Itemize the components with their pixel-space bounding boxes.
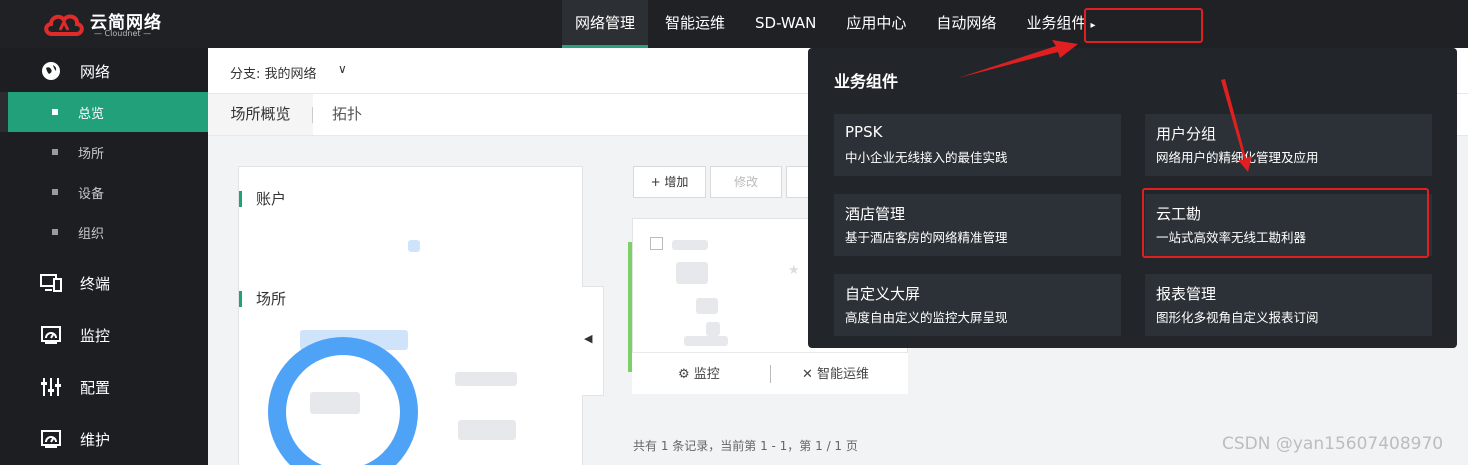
bullet-icon xyxy=(52,189,58,195)
redacted-value xyxy=(455,372,517,386)
component-card-user-group[interactable]: 用户分组 网络用户的精细化管理及应用 xyxy=(1145,114,1432,176)
section-title-site: 场所 xyxy=(239,291,286,307)
sidebar-item-label: 总览 xyxy=(78,106,105,122)
topnav-network-mgmt[interactable]: 网络管理 xyxy=(562,0,649,48)
add-button[interactable]: + 增加 xyxy=(633,166,706,198)
sidebar-group-label: 网络 xyxy=(80,62,111,81)
brand-subtitle: — Cloudnet — xyxy=(94,29,152,38)
component-desc: 高度自由定义的监控大屏呈现 xyxy=(845,310,1008,325)
section-title-account: 账户 xyxy=(239,191,286,207)
bullet-icon xyxy=(52,149,58,155)
redacted-value xyxy=(672,240,708,250)
redacted-value xyxy=(676,262,708,284)
redacted-value xyxy=(458,420,516,440)
card-ops-label: 智能运维 xyxy=(817,367,870,382)
redacted-value xyxy=(696,298,718,314)
sidebar-active-accent xyxy=(0,92,8,132)
gauge-icon xyxy=(41,430,61,448)
tab-topology[interactable]: 拓扑 xyxy=(332,94,362,135)
sidebar-group-label: 监控 xyxy=(80,326,111,345)
component-name: 自定义大屏 xyxy=(845,285,921,303)
sidebar-group-maintenance[interactable]: 维护 xyxy=(0,416,208,462)
topnav-auto-network[interactable]: 自动网络 xyxy=(923,0,1009,48)
card-smart-ops-button[interactable]: ✕ 智能运维 xyxy=(802,363,869,382)
pagination-summary: 共有 1 条记录，当前第 1 - 1，第 1 / 1 页 xyxy=(633,439,858,453)
component-name: PPSK xyxy=(845,123,883,141)
sliders-icon xyxy=(41,378,61,396)
card-monitor-button[interactable]: ⚙ 监控 xyxy=(678,363,720,382)
component-desc: 中小企业无线接入的最佳实践 xyxy=(845,150,1008,165)
card-monitor-label: 监控 xyxy=(693,367,720,382)
component-card-custom-screen[interactable]: 自定义大屏 高度自由定义的监控大屏呈现 xyxy=(834,274,1121,336)
card-checkbox[interactable] xyxy=(650,237,663,250)
component-card-hotel-mgmt[interactable]: 酒店管理 基于酒店客房的网络精准管理 xyxy=(834,194,1121,256)
card-footer: ⚙ 监控 ✕ 智能运维 xyxy=(632,352,908,394)
sidebar-item-organization[interactable]: 组织 xyxy=(8,212,208,252)
topnav-business-label: 业务组件 xyxy=(1026,14,1087,32)
branch-selector[interactable]: 分支: 我的网络 xyxy=(230,63,317,82)
component-desc: 图形化多视角自定义报表订阅 xyxy=(1156,310,1319,325)
sidebar-item-label: 组织 xyxy=(78,226,105,242)
sidebar-item-sites[interactable]: 场所 xyxy=(8,132,208,172)
bullet-icon xyxy=(52,109,58,115)
chevron-down-icon[interactable]: ∨ xyxy=(338,62,347,76)
gauge-icon xyxy=(41,326,61,344)
topnav-sdwan[interactable]: SD-WAN xyxy=(742,0,829,48)
sidebar-group-config[interactable]: 配置 xyxy=(0,364,208,410)
redacted-value xyxy=(408,240,420,252)
component-card-ppsk[interactable]: PPSK 中小企业无线接入的最佳实践 xyxy=(834,114,1121,176)
highlight-box-cloud-survey xyxy=(1142,188,1429,258)
top-nav: 网络管理 智能运维 SD-WAN 应用中心 自动网络 业务组件 ▸ xyxy=(562,0,1112,48)
component-desc: 基于酒店客房的网络精准管理 xyxy=(845,230,1008,245)
sidebar-group-network[interactable]: 网络 xyxy=(0,48,208,94)
sidebar-group-label: 维护 xyxy=(80,430,111,449)
highlight-box-business-components xyxy=(1084,8,1203,43)
sidebar-group-terminal[interactable]: 终端 xyxy=(0,260,208,306)
topnav-app-center[interactable]: 应用中心 xyxy=(833,0,919,48)
redacted-value xyxy=(706,322,720,336)
sidebar-item-label: 场所 xyxy=(78,146,105,162)
globe-icon xyxy=(42,62,60,80)
bullet-icon xyxy=(52,229,58,235)
redacted-value xyxy=(684,336,728,346)
cloud-logo-icon xyxy=(44,14,84,36)
component-name: 报表管理 xyxy=(1156,285,1217,303)
monitor-icon xyxy=(40,274,62,292)
watermark: CSDN @yan15607408970 xyxy=(1222,434,1444,454)
edit-button[interactable]: 修改 xyxy=(710,166,782,198)
component-name: 酒店管理 xyxy=(845,205,906,223)
sidebar-item-label: 设备 xyxy=(78,186,105,202)
delete-button[interactable] xyxy=(786,166,810,198)
sidebar-group-label: 终端 xyxy=(80,274,111,293)
top-bar: 云简网络 — Cloudnet — 网络管理 智能运维 SD-WAN 应用中心 … xyxy=(0,0,1468,48)
topnav-smart-ops[interactable]: 智能运维 xyxy=(652,0,738,48)
sidebar-group-monitor[interactable]: 监控 xyxy=(0,312,208,358)
dropdown-title: 业务组件 xyxy=(834,72,899,91)
sidebar-item-devices[interactable]: 设备 xyxy=(8,172,208,212)
caret-left-icon[interactable]: ◀ xyxy=(584,332,592,345)
tab-divider xyxy=(312,107,313,123)
star-icon[interactable]: ★ xyxy=(788,263,800,278)
card-footer-divider xyxy=(770,365,771,383)
sidebar: 网络 总览 场所 设备 组织 终端 监控 配置 维护 xyxy=(0,48,208,465)
component-desc: 网络用户的精细化管理及应用 xyxy=(1156,150,1319,165)
component-name: 用户分组 xyxy=(1156,125,1217,143)
sidebar-item-overview[interactable]: 总览 xyxy=(8,92,208,132)
component-card-report-mgmt[interactable]: 报表管理 图形化多视角自定义报表订阅 xyxy=(1145,274,1432,336)
brand-logo[interactable]: 云简网络 — Cloudnet — xyxy=(42,6,182,42)
sidebar-group-label: 配置 xyxy=(80,378,111,397)
tab-site-overview[interactable]: 场所概览 xyxy=(208,94,313,135)
redacted-value xyxy=(310,392,360,414)
